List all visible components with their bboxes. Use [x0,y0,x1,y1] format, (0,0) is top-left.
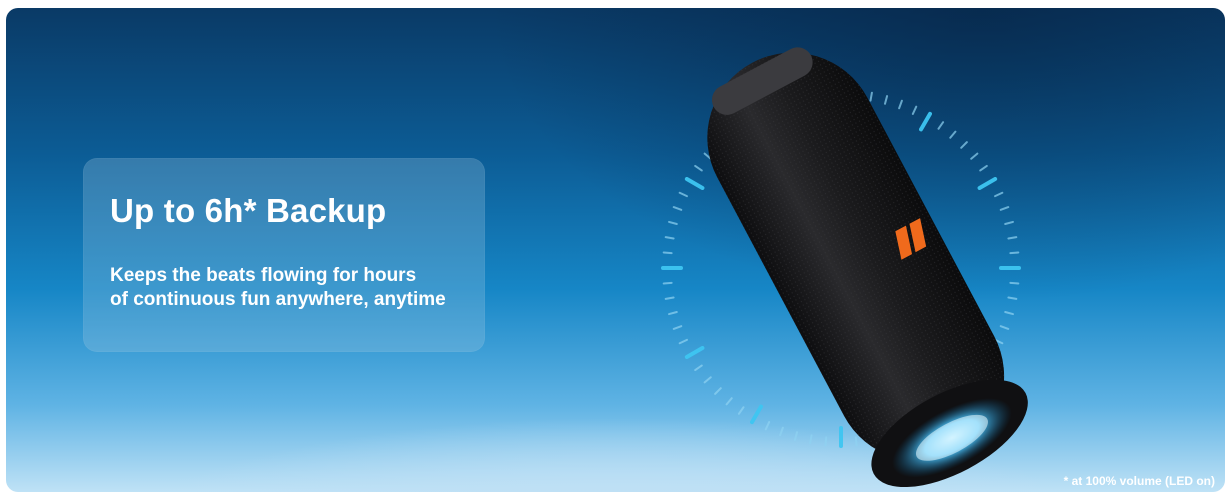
dial-tick [960,141,968,149]
dial-tick [999,325,1010,330]
dial-tick [750,404,763,425]
dial-tick [898,99,903,110]
dial-tick [662,281,673,285]
dial-tick [725,397,733,406]
dial-tick [779,426,784,437]
dial-tick [1004,310,1014,316]
dial-tick [678,338,688,345]
dial-tick [672,325,683,330]
dial-tick [883,95,889,105]
dial-tick [737,406,745,415]
speaker-illustration [661,47,1028,488]
dial-tick [664,236,675,240]
dial-tick [1009,281,1020,285]
dial-tick [714,387,722,395]
dial-tick [764,421,771,431]
subtitle-line-2: of continuous fun anywhere, anytime [110,289,446,310]
dial-tick [684,177,705,190]
dial-tick [977,177,998,190]
dial-tick [979,164,988,172]
dial-tick [793,431,799,441]
dial-tick [911,105,918,115]
dial-tick [664,296,675,300]
dial-tick [869,91,873,102]
dial-tick [694,164,703,172]
footnote: * at 100% volume (LED on) [1063,474,1215,488]
dial-tick [970,152,979,160]
dial-tick [809,434,813,445]
dial-tick [694,364,703,372]
dial-tick [1007,236,1018,240]
dial-tick [662,251,673,255]
dial-tick [1007,296,1018,300]
dial-tick [1004,220,1014,226]
dial-tick [1009,251,1020,255]
promo-banner: Up to 6h* Backup Keeps the beats flowing… [6,8,1225,492]
dial-tick [854,436,858,447]
subtitle: Keeps the beats flowing for hours of con… [110,264,446,312]
dial-tick [678,191,688,198]
dial-tick [994,191,1004,198]
dial-tick [949,130,957,139]
dial-tick [668,220,678,226]
dial-tick [999,206,1010,211]
dial-tick [672,206,683,211]
subtitle-line-1: Keeps the beats flowing for hours [110,265,417,286]
headline: Up to 6h* Backup [110,192,387,229]
dial-tick [937,121,945,130]
speaker-body-group [707,47,1028,488]
dial-tick [668,310,678,316]
dial-tick [684,346,705,359]
dial-tick [824,436,828,447]
dial-tick [703,376,712,384]
feature-card: Up to 6h* Backup Keeps the beats flowing… [83,158,485,352]
dial-tick [919,111,932,132]
